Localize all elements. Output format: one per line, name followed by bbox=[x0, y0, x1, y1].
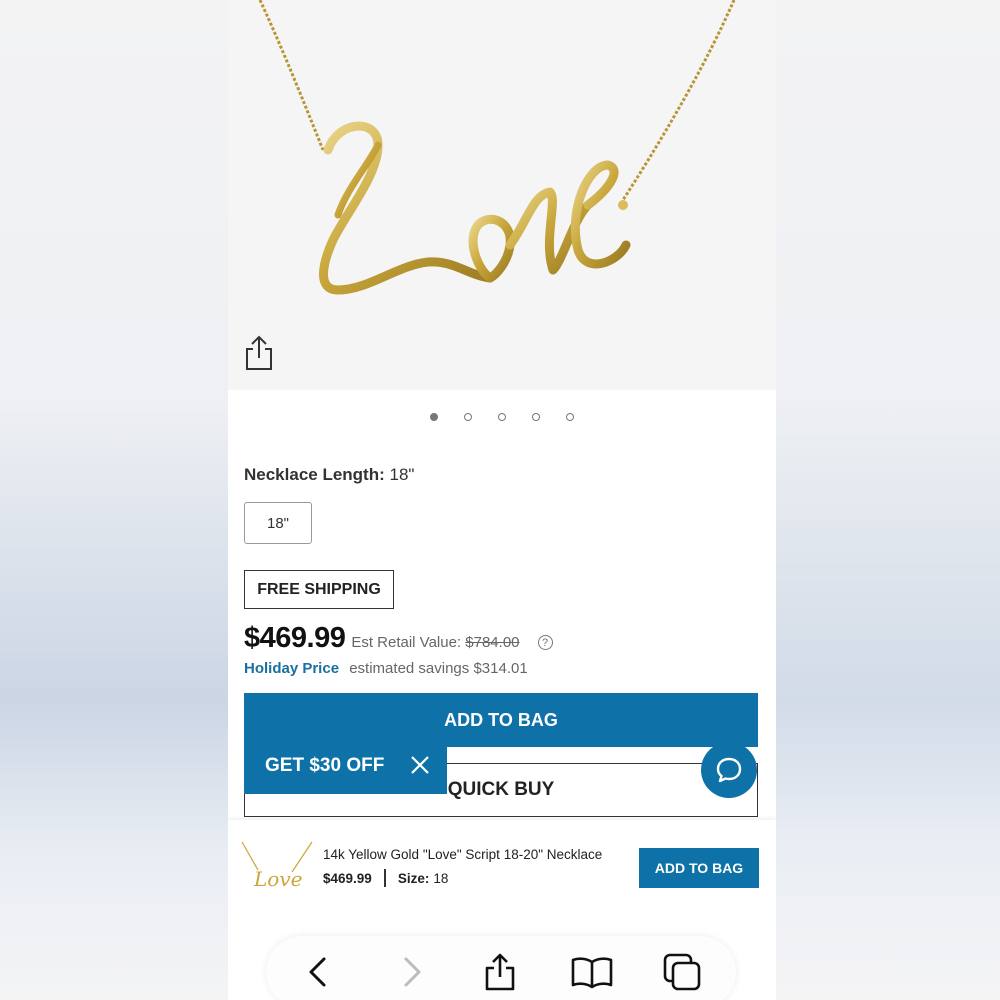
retail-value: Est Retail Value: $784.00 bbox=[351, 634, 519, 651]
savings-row: Holiday Price estimated savings $314.01 bbox=[244, 660, 528, 677]
holiday-price-label[interactable]: Holiday Price bbox=[244, 660, 339, 677]
savings-text: estimated savings $314.01 bbox=[349, 660, 528, 677]
carousel-dot[interactable] bbox=[566, 413, 574, 421]
forward-icon[interactable] bbox=[390, 950, 434, 994]
retail-label: Est Retail Value: bbox=[351, 634, 462, 651]
bookmarks-icon[interactable] bbox=[570, 950, 614, 994]
quick-buy-label: QUICK BUY bbox=[447, 779, 555, 800]
back-icon[interactable] bbox=[296, 950, 340, 994]
love-script-necklace-image bbox=[258, 0, 736, 295]
carousel-dot[interactable] bbox=[464, 413, 472, 421]
close-icon[interactable] bbox=[408, 753, 432, 777]
tabs-icon[interactable] bbox=[660, 950, 704, 994]
svg-text:Love: Love bbox=[253, 867, 302, 891]
sticky-add-to-bag-button[interactable]: ADD TO BAG bbox=[639, 848, 759, 888]
size-value: 18 bbox=[433, 870, 449, 886]
price-row: $469.99 Est Retail Value: $784.00 ? bbox=[244, 622, 553, 655]
share-icon[interactable] bbox=[242, 334, 276, 372]
sticky-price: $469.99 bbox=[323, 870, 372, 886]
product-image[interactable] bbox=[228, 0, 776, 390]
background-right bbox=[776, 0, 1000, 1000]
background-left bbox=[0, 0, 228, 1000]
carousel-dots bbox=[228, 413, 776, 421]
chat-icon[interactable] bbox=[701, 742, 757, 798]
necklace-length-label: Necklace Length: 18" bbox=[244, 465, 414, 485]
size-label: Size: bbox=[397, 870, 430, 886]
length-label: Necklace Length: bbox=[244, 465, 385, 484]
carousel-dot[interactable] bbox=[430, 413, 438, 421]
promo-label: GET $30 OFF bbox=[265, 755, 385, 776]
free-shipping-badge: FREE SHIPPING bbox=[244, 570, 394, 609]
price: $469.99 bbox=[244, 622, 346, 654]
sticky-add-to-bag-bar: Love 14k Yellow Gold "Love" Script 18-20… bbox=[228, 820, 776, 915]
sticky-product-title: 14k Yellow Gold "Love" Script 18-20" Nec… bbox=[323, 847, 603, 862]
carousel-dot[interactable] bbox=[532, 413, 540, 421]
length-option-chip[interactable]: 18" bbox=[244, 502, 312, 544]
retail-price: $784.00 bbox=[465, 634, 520, 651]
help-icon[interactable]: ? bbox=[537, 635, 553, 650]
share-icon[interactable] bbox=[478, 950, 522, 994]
product-thumbnail: Love bbox=[241, 841, 313, 891]
divider bbox=[383, 869, 386, 887]
length-value: 18" bbox=[389, 465, 415, 484]
sticky-product-meta: $469.99 Size: 18 bbox=[323, 869, 448, 887]
browser-toolbar bbox=[266, 936, 736, 1000]
carousel-dot[interactable] bbox=[498, 413, 506, 421]
product-page: Necklace Length: 18" 18" FREE SHIPPING $… bbox=[228, 0, 776, 1000]
